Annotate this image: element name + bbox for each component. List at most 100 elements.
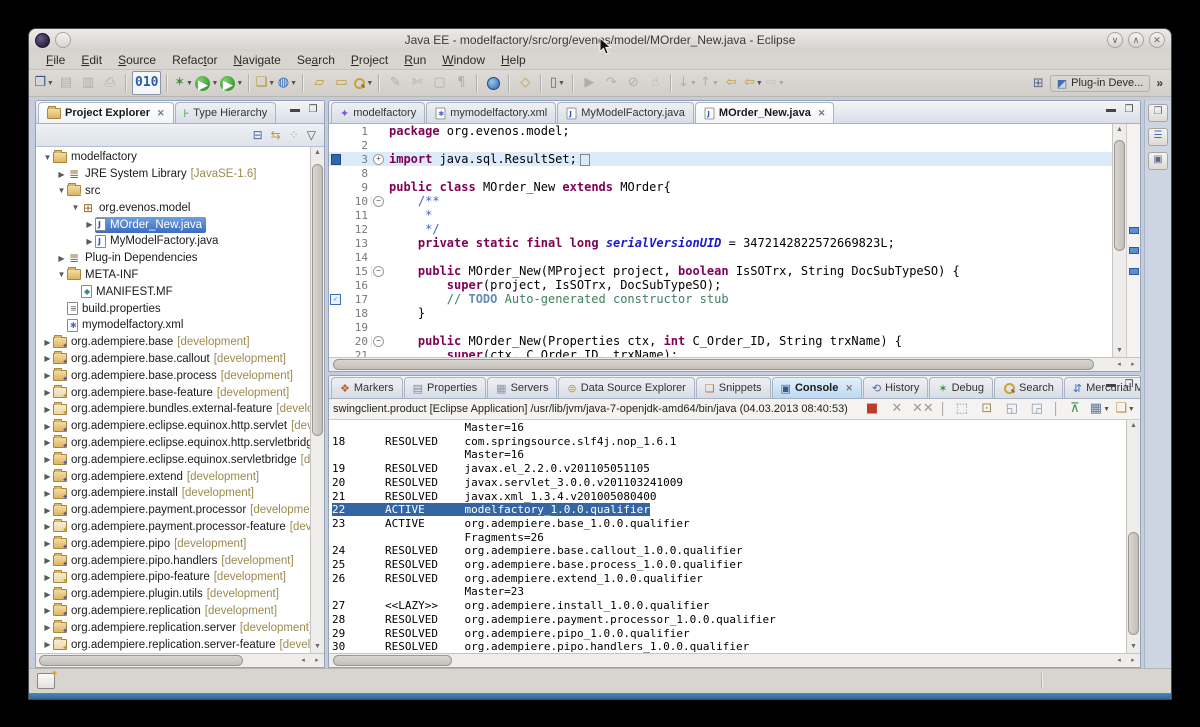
close-tab-icon[interactable]: ✕ xyxy=(845,383,853,394)
tab-debug[interactable]: ✶Debug xyxy=(929,377,993,398)
expander-collapsed-icon[interactable]: ▶ xyxy=(42,590,53,599)
close-button[interactable]: ✕ xyxy=(1149,32,1165,48)
explorer-horizontal-scrollbar[interactable]: ◂ ▸ xyxy=(36,653,324,667)
tree-item-org-adempiere-base-feature[interactable]: ▶✦org.adempiere.base-feature[development… xyxy=(36,384,310,401)
view-menu-button[interactable]: ▽ xyxy=(307,128,316,142)
tab-morder-new-java[interactable]: MOrder_New.java✕ xyxy=(695,102,834,123)
maximize-view-icon[interactable]: ❐ xyxy=(1122,379,1136,392)
link-with-editor-button[interactable]: ⇆ xyxy=(271,128,281,142)
mark-occurrences-button[interactable]: ◇ xyxy=(514,72,536,94)
toggle-breadcrumb-button[interactable]: ▯▼ xyxy=(546,72,568,94)
open-plugin-artifact-button[interactable]: ▱ xyxy=(308,72,330,94)
menu-navigate[interactable]: Navigate xyxy=(226,53,287,67)
minimized-outline-view-button[interactable]: ☰ xyxy=(1148,128,1168,146)
maximize-button[interactable]: ∧ xyxy=(1128,32,1144,48)
expander-collapsed-icon[interactable]: ▶ xyxy=(42,573,53,582)
run-external-button[interactable]: ▶▼ xyxy=(219,72,244,94)
search-flashlight-dropdown-arrow[interactable]: ▼ xyxy=(366,80,373,87)
run-dropdown-arrow[interactable]: ▼ xyxy=(211,80,218,87)
menu-project[interactable]: Project xyxy=(344,53,395,67)
tree-item-org-adempiere-replication-server-feature[interactable]: ▶✦org.adempiere.replication.server-featu… xyxy=(36,636,310,653)
expander-collapsed-icon[interactable]: ▶ xyxy=(42,522,53,531)
tree-item-org-adempiere-pipo[interactable]: ▶✦org.adempiere.pipo[development] xyxy=(36,535,310,552)
tree-item-org-adempiere-payment-processor[interactable]: ▶✦org.adempiere.payment.processor[develo… xyxy=(36,502,310,519)
folded-region-box[interactable] xyxy=(580,154,590,166)
overview-marker[interactable] xyxy=(1129,268,1139,275)
overview-ruler[interactable] xyxy=(1126,124,1140,357)
tab-snippets[interactable]: ❏Snippets xyxy=(696,377,771,398)
run-button[interactable]: ▶▼ xyxy=(194,72,219,94)
maximize-view-icon[interactable]: ❐ xyxy=(1122,104,1136,117)
tree-item-org-adempiere-eclipse-equinox-servletbridge[interactable]: ▶✦org.adempiere.eclipse.equinox.servletb… xyxy=(36,451,310,468)
scroll-left-arrow[interactable]: ◂ xyxy=(1112,358,1126,371)
tree-item-mymodelfactory-java[interactable]: ▶MyModelFactory.java xyxy=(36,233,310,250)
task-marker-icon[interactable]: ✓ xyxy=(330,294,341,305)
fold-expand-icon[interactable]: + xyxy=(373,154,384,165)
open-console-dropdown-arrow[interactable]: ▼ xyxy=(1128,406,1135,413)
console-vertical-scrollbar[interactable]: ▲ ▼ xyxy=(1126,420,1140,653)
expander-collapsed-icon[interactable]: ▶ xyxy=(42,506,53,515)
console-horizontal-scrollbar[interactable]: ◂ ▸ xyxy=(329,653,1140,667)
scroll-up-arrow[interactable]: ▲ xyxy=(1127,420,1140,432)
expander-collapsed-icon[interactable]: ▶ xyxy=(42,489,53,498)
expander-expanded-icon[interactable]: ▼ xyxy=(56,186,67,195)
binary-browser-button[interactable]: 010 xyxy=(131,72,162,94)
menu-source[interactable]: Source xyxy=(111,53,163,67)
tab-markers[interactable]: ❖Markers xyxy=(331,377,403,398)
run-external-dropdown-arrow[interactable]: ▼ xyxy=(236,80,243,87)
scrollbar-thumb[interactable] xyxy=(39,655,244,666)
show-stdout-button[interactable]: ◱ xyxy=(1001,400,1023,418)
tree-item-org-adempiere-base[interactable]: ▶✦org.adempiere.base[development] xyxy=(36,334,310,351)
scrollbar-thumb[interactable] xyxy=(333,655,452,666)
scroll-up-arrow[interactable]: ▲ xyxy=(311,147,324,159)
back-history-button[interactable]: ⇦▼ xyxy=(742,72,764,94)
restore-views-button[interactable]: ❐ xyxy=(1148,104,1168,122)
new-wizard-button[interactable]: ❐▼ xyxy=(33,72,55,94)
expander-collapsed-icon[interactable]: ▶ xyxy=(42,539,53,548)
tree-item-manifest-mf[interactable]: MANIFEST.MF xyxy=(36,283,310,300)
fast-view-toggle-icon[interactable] xyxy=(37,673,55,689)
expander-collapsed-icon[interactable]: ▶ xyxy=(84,220,95,229)
scroll-left-arrow[interactable]: ◂ xyxy=(1112,654,1126,667)
terminate-button[interactable]: ■ xyxy=(861,400,883,418)
tree-item-org-adempiere-base-process[interactable]: ▶✦org.adempiere.base.process[development… xyxy=(36,367,310,384)
open-perspective-icon[interactable]: ⊞ xyxy=(1033,76,1044,91)
project-tree[interactable]: ▼modelfactory▶≣JRE System Library[JavaSE… xyxy=(36,147,310,653)
tree-item-build-properties[interactable]: build.properties xyxy=(36,300,310,317)
collapse-all-button[interactable]: ⊟ xyxy=(253,128,263,142)
tab-servers[interactable]: ▦Servers xyxy=(487,377,557,398)
tree-item-org-adempiere-replication-server[interactable]: ▶✦org.adempiere.replication.server[devel… xyxy=(36,619,310,636)
expander-collapsed-icon[interactable]: ▶ xyxy=(42,405,53,414)
editor-vertical-scrollbar[interactable]: ▲ ▼ xyxy=(1112,124,1126,357)
scroll-right-arrow[interactable]: ▸ xyxy=(1126,358,1140,371)
new-plugin-project-button[interactable]: ❑▼ xyxy=(254,72,276,94)
expander-expanded-icon[interactable]: ▼ xyxy=(42,153,53,162)
previous-annotation-dropdown-arrow[interactable]: ▼ xyxy=(712,80,719,87)
menu-run[interactable]: Run xyxy=(397,53,433,67)
tree-item-mymodelfactory-xml[interactable]: mymodelfactory.xml xyxy=(36,317,310,334)
search-flashlight-button[interactable]: ▼ xyxy=(352,72,374,94)
expander-collapsed-icon[interactable]: ▶ xyxy=(42,388,53,397)
minimize-button[interactable]: ∨ xyxy=(1107,32,1123,48)
editor-horizontal-scrollbar[interactable]: ◂ ▸ xyxy=(329,357,1140,371)
expander-collapsed-icon[interactable]: ▶ xyxy=(42,472,53,481)
minimized-console-view-button[interactable]: ▣ xyxy=(1148,152,1168,170)
forward-history-dropdown-arrow[interactable]: ▼ xyxy=(778,80,785,87)
code-editor[interactable]: 1package org.evenos.model;23+import java… xyxy=(329,124,1112,357)
expander-collapsed-icon[interactable]: ▶ xyxy=(42,422,53,431)
tree-item-org-adempiere-bundles-external-feature[interactable]: ▶✦org.adempiere.bundles.external-feature… xyxy=(36,401,310,418)
scrollbar-thumb[interactable] xyxy=(312,164,323,436)
expander-collapsed-icon[interactable]: ▶ xyxy=(84,237,95,246)
tree-item-org-evenos-model[interactable]: ▼⊞org.evenos.model xyxy=(36,199,310,216)
expander-collapsed-icon[interactable]: ▶ xyxy=(42,556,53,565)
close-tab-icon[interactable]: ✕ xyxy=(818,108,826,119)
scroll-lock-button[interactable]: ⊡ xyxy=(976,400,998,418)
show-stderr-button[interactable]: ◲ xyxy=(1026,400,1048,418)
scroll-right-arrow[interactable]: ▸ xyxy=(1126,654,1140,667)
display-selected-console-button[interactable]: ▦▼ xyxy=(1089,400,1111,418)
tree-item-org-adempiere-plugin-utils[interactable]: ▶✦org.adempiere.plugin.utils[development… xyxy=(36,586,310,603)
import-folder-button[interactable]: ▭ xyxy=(330,72,352,94)
expander-collapsed-icon[interactable]: ▶ xyxy=(42,455,53,464)
minimize-view-icon[interactable]: ▬ xyxy=(288,104,302,117)
tab-modelfactory[interactable]: ✦modelfactory xyxy=(331,102,425,123)
